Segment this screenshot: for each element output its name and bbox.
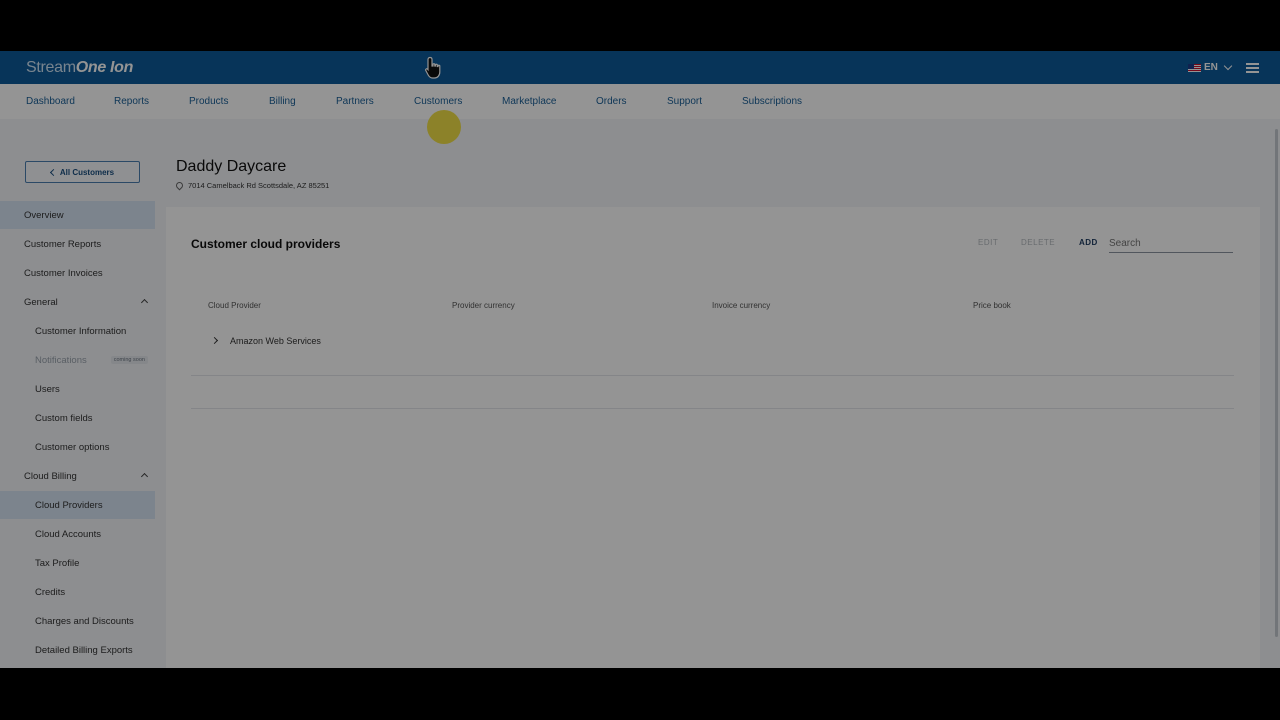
sidebar-item-label: Cloud Accounts	[35, 528, 102, 540]
sidebar-group-label: General	[24, 296, 58, 308]
sidebar-item-customer-invoices[interactable]: Customer Invoices	[0, 259, 155, 287]
sidebar-item-label: Customer Information	[35, 325, 127, 337]
sidebar-item-custom-fields[interactable]: Custom fields	[0, 404, 155, 432]
brand-logo[interactable]: StreamOne Ion	[26, 59, 133, 77]
customer-header: Daddy Daycare 7014 Camelback Rd Scottsda…	[155, 119, 1280, 207]
sidebar-item-users[interactable]: Users	[0, 375, 155, 403]
delete-button[interactable]: DELETE	[1021, 238, 1055, 247]
chevron-right-icon[interactable]	[210, 336, 219, 345]
all-customers-label: All Customers	[59, 167, 115, 177]
sidebar-item-label: Custom fields	[35, 412, 93, 424]
address-text: 7014 Camelback Rd Scottsdale, AZ 85251	[188, 181, 330, 190]
us-flag-icon	[1188, 63, 1201, 72]
chevron-up-icon	[140, 298, 149, 307]
sidebar-item-overview[interactable]: Overview	[0, 201, 155, 229]
location-pin-icon	[174, 180, 185, 191]
search-input[interactable]	[1109, 234, 1233, 253]
add-button[interactable]: ADD	[1079, 238, 1098, 247]
menu-icon[interactable]	[1246, 63, 1259, 73]
nav-marketplace[interactable]: Marketplace	[502, 96, 556, 107]
coming-soon-badge: coming soon	[110, 356, 148, 364]
column-header-invoice-currency[interactable]: Invoice currency	[712, 301, 770, 310]
sidebar-item-label: Charges and Discounts	[35, 615, 134, 627]
chevron-up-icon	[140, 472, 149, 481]
sidebar-item-label: Detailed Billing Exports	[35, 644, 133, 656]
customer-name: Daddy Daycare	[176, 158, 287, 175]
top-bar: StreamOne Ion EN	[0, 51, 1280, 84]
row-divider	[191, 408, 1234, 409]
cloud-providers-panel: Customer cloud providers EDIT DELETE ADD…	[166, 207, 1260, 668]
hand-cursor-icon	[425, 56, 441, 79]
brand-text: Stream	[26, 59, 76, 76]
sidebar-item-tax-profile[interactable]: Tax Profile	[0, 549, 155, 577]
sidebar-item-cloud-providers[interactable]: Cloud Providers	[0, 491, 155, 519]
sidebar-item-label: Customer Reports	[24, 238, 102, 250]
customer-sidebar: All Customers Overview Customer Reports …	[0, 119, 155, 668]
column-header-provider-currency[interactable]: Provider currency	[452, 301, 515, 310]
main-nav: Dashboard Reports Products Billing Partn…	[0, 84, 1280, 144]
sidebar-item-notifications: Notifications coming soon	[0, 346, 155, 374]
nav-dashboard[interactable]: Dashboard	[26, 96, 75, 107]
nav-support[interactable]: Support	[667, 96, 702, 107]
chevron-left-icon	[49, 168, 57, 176]
header-divider	[191, 375, 1234, 376]
page-scrollbar[interactable]	[1275, 129, 1278, 637]
language-label: EN	[1204, 62, 1218, 73]
nav-partners[interactable]: Partners	[336, 96, 374, 107]
column-header-cloud-provider[interactable]: Cloud Provider	[208, 301, 261, 310]
sidebar-item-customer-reports[interactable]: Customer Reports	[0, 230, 155, 258]
sidebar-item-label: Users	[35, 383, 60, 395]
sidebar-group-general[interactable]: General	[0, 288, 155, 316]
brand-text-bold: One	[75, 59, 107, 76]
customer-address: 7014 Camelback Rd Scottsdale, AZ 85251	[174, 180, 330, 191]
nav-orders[interactable]: Orders	[596, 96, 627, 107]
column-header-price-book[interactable]: Price book	[973, 301, 1011, 310]
sidebar-item-billing-exports[interactable]: Detailed Billing Exports	[0, 636, 155, 664]
chevron-down-icon	[1223, 61, 1233, 71]
nav-products[interactable]: Products	[189, 96, 228, 107]
nav-reports[interactable]: Reports	[114, 96, 149, 107]
sidebar-item-customer-options[interactable]: Customer options	[0, 433, 155, 461]
app-window: StreamOne Ion EN Dashboard Reports Produc…	[0, 51, 1280, 668]
brand-text-ion: Ion	[110, 59, 134, 76]
edit-button[interactable]: EDIT	[978, 238, 998, 247]
sidebar-item-label: Cloud Providers	[35, 499, 103, 511]
sidebar-item-label: Customer Invoices	[24, 267, 103, 279]
sidebar-item-credits[interactable]: Credits	[0, 578, 155, 606]
sidebar-item-label: Customer options	[35, 441, 110, 453]
sidebar-item-label: Credits	[35, 586, 66, 598]
sidebar-group-cloud-billing[interactable]: Cloud Billing	[0, 462, 155, 490]
sidebar-item-label: Overview	[24, 209, 64, 221]
nav-subscriptions[interactable]: Subscriptions	[742, 96, 802, 107]
nav-billing[interactable]: Billing	[269, 96, 296, 107]
sidebar-item-label: Tax Profile	[35, 557, 80, 569]
panel-title: Customer cloud providers	[191, 237, 341, 251]
row-provider-name: Amazon Web Services	[230, 336, 321, 346]
sidebar-item-charges-discounts[interactable]: Charges and Discounts	[0, 607, 155, 635]
sidebar-item-label: Notifications	[35, 354, 87, 366]
language-selector[interactable]: EN	[1188, 61, 1233, 73]
all-customers-button[interactable]: All Customers	[25, 161, 140, 183]
sidebar-item-cloud-accounts[interactable]: Cloud Accounts	[0, 520, 155, 548]
nav-customers[interactable]: Customers	[414, 96, 462, 107]
sidebar-item-customer-information[interactable]: Customer Information	[0, 317, 155, 345]
sidebar-group-label: Cloud Billing	[24, 470, 77, 482]
